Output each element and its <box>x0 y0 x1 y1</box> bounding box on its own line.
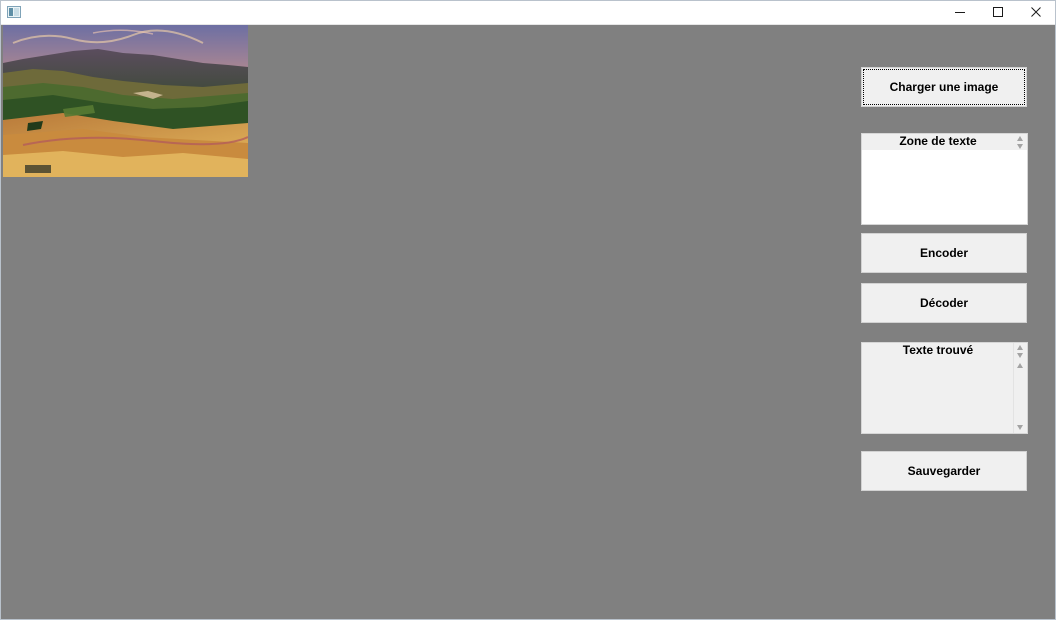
maximize-icon[interactable] <box>979 1 1017 23</box>
input-scrollbar[interactable] <box>1014 134 1027 150</box>
scroll-down-icon[interactable] <box>1017 425 1023 430</box>
input-text-area[interactable]: Zone de texte <box>861 133 1028 225</box>
minimize-icon[interactable] <box>941 1 979 23</box>
scroll-up-icon[interactable] <box>1017 136 1023 141</box>
encode-button[interactable]: Encoder <box>861 233 1027 273</box>
label-scroll-down-icon[interactable] <box>1017 353 1023 358</box>
save-button[interactable]: Sauvegarder <box>861 451 1027 491</box>
decode-button[interactable]: Décoder <box>861 283 1027 323</box>
input-text-label: Zone de texte <box>862 134 1014 150</box>
title-bar[interactable] <box>1 1 1055 25</box>
app-icon <box>7 5 21 18</box>
output-scrollbar[interactable] <box>1013 343 1027 433</box>
scroll-up-icon[interactable] <box>1017 363 1023 368</box>
app-window: Charger une image Zone de texte Encoder … <box>0 0 1056 620</box>
input-text-value[interactable] <box>864 152 1012 222</box>
output-text-label: Texte trouvé <box>902 343 974 357</box>
close-icon[interactable] <box>1017 1 1055 23</box>
output-text-value <box>864 361 1012 431</box>
landscape-image <box>3 25 248 177</box>
load-image-button[interactable]: Charger une image <box>861 67 1027 107</box>
label-scroll-up-icon[interactable] <box>1017 345 1023 350</box>
output-text-area[interactable]: Texte trouvé <box>861 342 1028 434</box>
scroll-down-icon[interactable] <box>1017 144 1023 149</box>
